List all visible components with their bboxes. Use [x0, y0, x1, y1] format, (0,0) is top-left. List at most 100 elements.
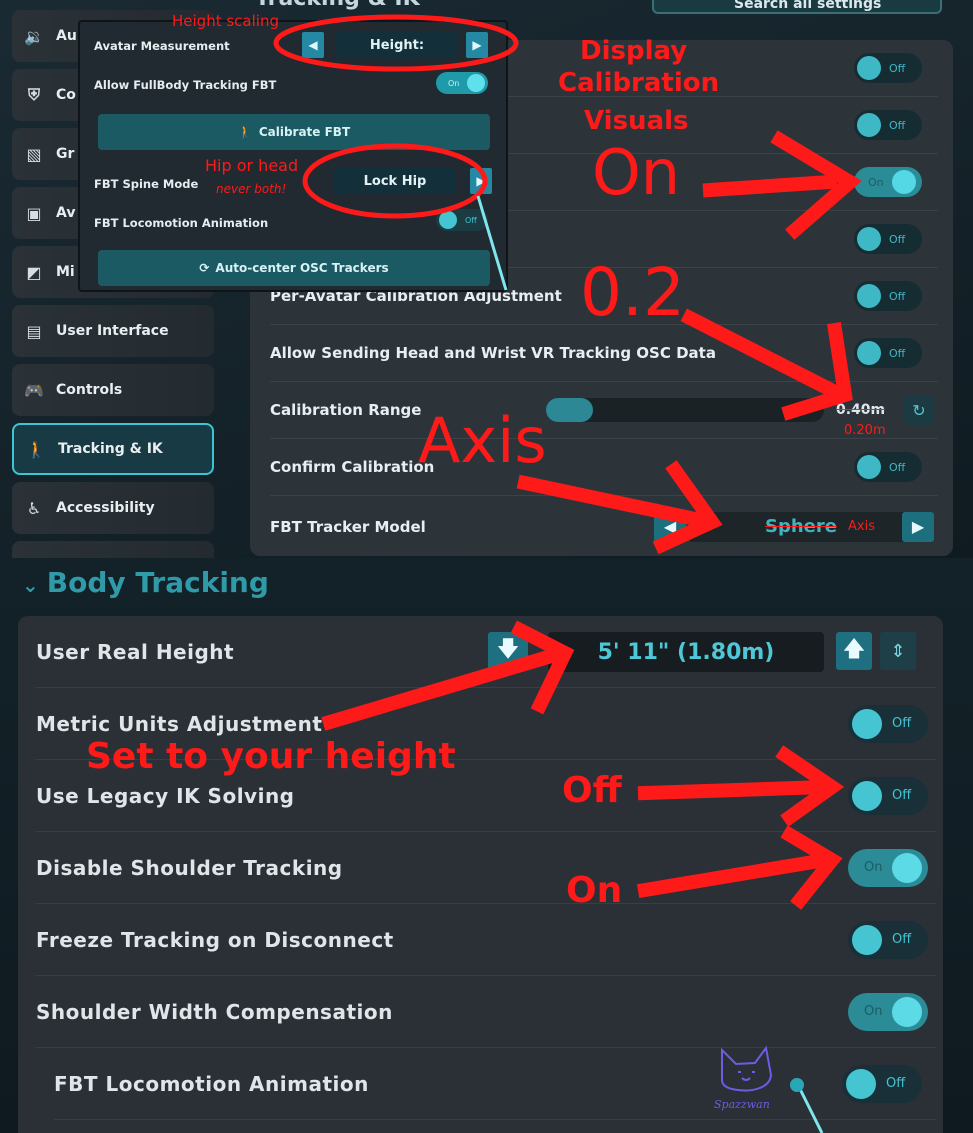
annotation-range-correction: 0.20m [844, 423, 886, 438]
calibrate-fbt-label: Calibrate FBT [258, 125, 351, 139]
annotation-on-top: On [592, 136, 681, 209]
sidebar-item-user-interface[interactable]: ▤ User Interface [12, 305, 214, 357]
tracker-model-row: FBT Tracker Model ◀ Sphere ▶ [270, 498, 938, 555]
accessibility-icon: ♿ [26, 498, 42, 518]
previous-arrow-icon[interactable]: ◀ [302, 32, 324, 58]
settings-row: Disable Shoulder Tracking On [36, 832, 936, 904]
toggle-label: On [868, 175, 884, 189]
section-title[interactable]: ⌄ Body Tracking [22, 566, 269, 599]
toggle-label: Off [465, 215, 477, 225]
previous-arrow-icon[interactable]: ◀ [654, 511, 686, 542]
next-arrow-icon[interactable]: ▶ [470, 168, 492, 194]
calibration-range-value: 0.40m [836, 402, 886, 418]
section-title-label: Body Tracking [46, 566, 269, 599]
toggle-label: On [864, 1004, 883, 1019]
annotation-off: Off [562, 770, 622, 811]
shield-icon: ⛨ [27, 85, 40, 104]
fbt-locomotion-toggle[interactable]: Off [842, 1064, 922, 1103]
auto-center-osc-button[interactable]: ⟳ Auto-center OSC Trackers [98, 250, 490, 286]
calibration-range-slider[interactable] [546, 398, 824, 422]
search-all-settings-button[interactable]: Search all settings [652, 0, 942, 14]
calibration-range-row: Calibration Range 0.40m ↻ [270, 382, 938, 439]
row-label: Calibration Range [270, 401, 422, 419]
annotation-height-scaling: Height scaling [172, 12, 279, 30]
annotation-never-both: never both! [216, 182, 287, 196]
chevron-down-icon: ⌄ [22, 573, 39, 597]
toggle-knob [857, 227, 881, 251]
annotation-point-two: 0.2 [580, 254, 685, 331]
spine-mode-label: FBT Spine Mode [94, 177, 199, 191]
next-arrow-icon[interactable]: ▶ [466, 32, 488, 58]
sidebar-item-controls[interactable]: 🎮 Controls [12, 364, 214, 416]
allow-fbt-toggle[interactable]: On [436, 72, 488, 94]
annotation-display: Display [580, 36, 688, 66]
gamepad-icon: 🎮 [24, 380, 44, 400]
display-calibration-visuals-toggle[interactable]: On [854, 167, 922, 197]
row-label: Shoulder Width Compensation [36, 999, 393, 1024]
row-label: Disable Shoulder Tracking [36, 855, 343, 880]
row-label: Freeze Tracking on Disconnect [36, 927, 394, 952]
body-tracking-section: ⌄ Body Tracking User Real Height 🡇 5' 11"… [0, 558, 973, 1133]
toggle-knob [467, 74, 486, 92]
sidebar-item-accessibility[interactable]: ♿ Accessibility [12, 482, 214, 534]
metric-units-toggle[interactable]: Off [848, 704, 928, 743]
legacy-ik-toggle[interactable]: Off [848, 776, 928, 815]
decrease-arrow-icon[interactable]: 🡇 [488, 632, 528, 670]
per-avatar-calibration-toggle[interactable]: Off [854, 281, 922, 311]
sidebar-item-label: Accessibility [56, 500, 155, 516]
toggle-label: Off [892, 788, 912, 803]
osc-tracking-data-toggle[interactable]: Off [854, 338, 922, 368]
toggle-switch[interactable]: Off [854, 53, 922, 83]
annotation-calibration: Calibration [558, 68, 720, 98]
auto-center-label: Auto-center OSC Trackers [215, 261, 389, 275]
freeze-tracking-toggle[interactable]: Off [848, 920, 928, 959]
row-label: Use Legacy IK Solving [36, 783, 295, 808]
toggle-knob [891, 170, 916, 194]
toggle-knob [892, 852, 923, 883]
calibrate-fbt-button[interactable]: 🚶 Calibrate FBT [98, 114, 490, 150]
height-measure-icon[interactable]: ⇕ [880, 632, 916, 670]
toggle-switch[interactable]: Off [854, 224, 922, 254]
toggle-label: Off [886, 1076, 906, 1091]
toggle-switch[interactable]: Off [854, 110, 922, 140]
slider-fill [546, 398, 594, 422]
next-arrow-icon[interactable]: ▶ [902, 511, 934, 542]
toggle-label: Off [889, 289, 906, 303]
toggle-knob [892, 996, 923, 1027]
body-tracking-panel: User Real Height 🡇 5' 11" (1.80m) 🡅 ⇕ Me… [18, 616, 943, 1133]
annotation-axis-small: Axis [848, 519, 875, 534]
user-height-value[interactable]: 5' 11" (1.80m) [548, 632, 824, 672]
settings-row: Shoulder Width Compensation On [36, 976, 936, 1048]
sidebar-item-label: Tracking & IK [58, 441, 163, 457]
shoulder-width-toggle[interactable]: On [848, 992, 928, 1031]
toggle-label: Off [889, 118, 906, 132]
person-icon: 🚶 [26, 439, 46, 459]
speaker-icon: 🔉 [24, 26, 44, 46]
toggle-knob [852, 708, 882, 739]
row-label: User Real Height [36, 639, 235, 664]
sidebar-item-more[interactable] [12, 541, 214, 558]
toggle-label: Off [889, 346, 906, 360]
reset-icon[interactable]: ↻ [904, 395, 934, 425]
annotation-axis-big: Axis [418, 404, 547, 477]
tracker-model-value: Sphere [690, 511, 912, 542]
disable-shoulder-tracking-toggle[interactable]: On [848, 848, 928, 887]
sidebar-item-label: Mi [56, 264, 75, 280]
row-label: FBT Locomotion Animation [54, 1071, 369, 1096]
annotation-visuals: Visuals [584, 106, 689, 136]
locomotion-toggle[interactable]: Off [436, 209, 488, 231]
toggle-knob [857, 113, 881, 137]
sidebar-item-tracking-ik[interactable]: 🚶 Tracking & IK [12, 423, 214, 475]
annotation-on: On [566, 870, 623, 911]
settings-row: FBT Locomotion Animation Off [54, 1048, 936, 1120]
confirm-calibration-toggle[interactable]: Off [854, 452, 922, 482]
row-label: Allow Sending Head and Wrist VR Tracking… [270, 344, 716, 362]
settings-row: Confirm Calibration Off [270, 439, 938, 496]
toggle-knob [852, 924, 882, 955]
increase-arrow-icon[interactable]: 🡅 [836, 632, 872, 670]
annotation-hip-or-head: Hip or head [205, 156, 299, 175]
toggle-knob [857, 341, 881, 365]
allow-fbt-label: Allow FullBody Tracking FBT [94, 78, 277, 92]
toggle-knob [857, 56, 881, 80]
person-icon: 🚶 [237, 125, 253, 139]
